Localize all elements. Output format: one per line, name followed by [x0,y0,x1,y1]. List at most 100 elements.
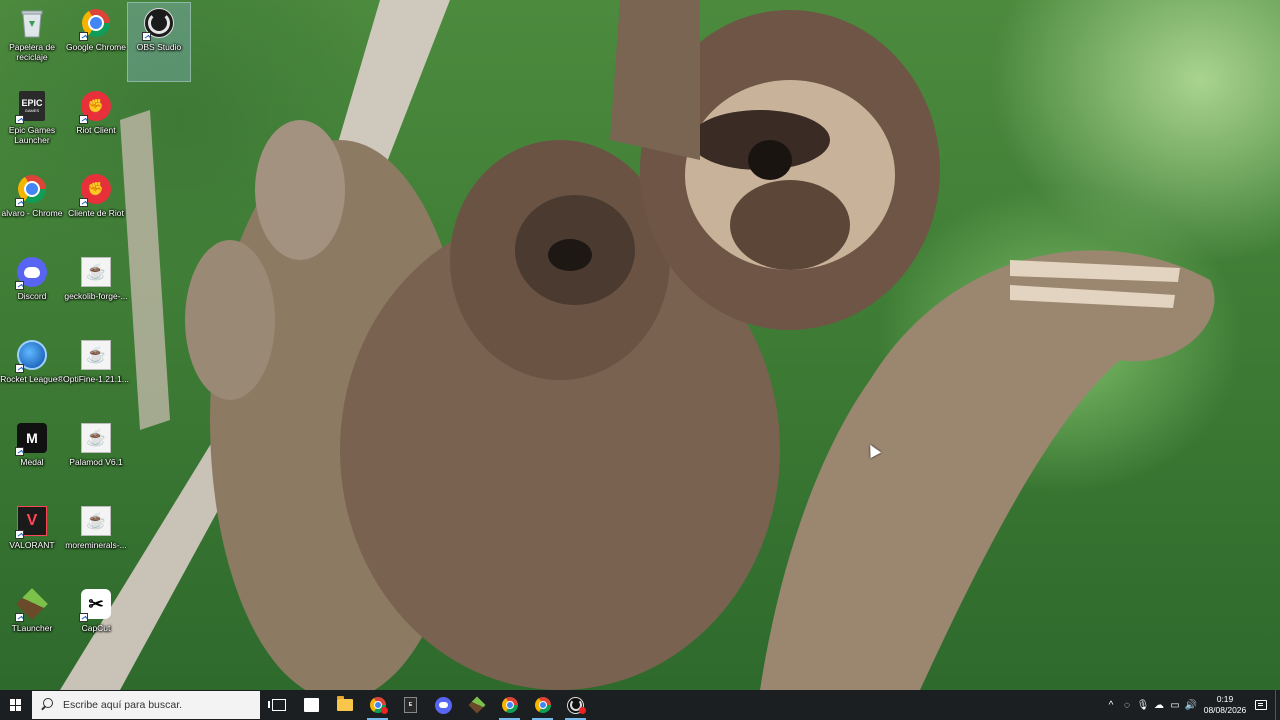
shortcut-arrow-icon [142,32,151,41]
desktop-icon-label: geckolib-forge-... [64,291,128,301]
chrome-icon [79,7,112,41]
desktop-icon-discord[interactable]: Discord [1,252,63,330]
valorant-icon: V [15,505,48,539]
discord-icon [435,696,452,714]
desktop-icon-alvaro-chrome[interactable]: alvaro - Chrome [1,169,63,247]
desktop-icon-label: Discord [17,291,47,301]
shortcut-arrow-icon [79,198,88,207]
shortcut-arrow-icon [15,613,24,622]
chrome-icon [501,697,518,713]
tlauncher-icon [15,588,48,622]
start-button[interactable] [0,690,32,720]
task-view-button[interactable] [262,690,295,720]
epic-logo-subtext: GAMES [24,108,40,113]
store-icon [304,698,319,712]
taskbar-epic-games-button[interactable]: E [394,690,427,720]
chrome-icon [534,697,551,713]
taskbar-store-button[interactable] [295,690,328,720]
obs-icon [142,7,175,41]
desktop-icon-label: moreminerals-... [65,540,127,550]
taskbar-chrome-profile-button[interactable] [493,690,526,720]
java-icon: ☕ [80,505,112,537]
shortcut-arrow-icon [15,281,24,290]
desktop-icon-recycle-bin[interactable]: Papelera de reciclaje [1,3,63,81]
shortcut-arrow-icon [15,447,24,456]
desktop-icon-medal[interactable]: M Medal [1,418,63,496]
chrome-profile-icon [15,173,48,207]
desktop-wallpaper [0,0,1280,690]
taskbar-chrome-button[interactable] [361,690,394,720]
desktop-icon-label: Palamod V6.1 [69,457,123,467]
desktop-icon-valorant[interactable]: V VALORANT [1,501,63,579]
desktop-icon-riot-client[interactable]: ✊ Riot Client [65,86,127,164]
epic-games-icon: EPIC GAMES [15,90,48,124]
desktop-icon-label: CapCut [81,623,111,633]
epic-games-icon: E [404,697,417,713]
show-hidden-icons-button[interactable]: ^ [1103,690,1119,720]
shortcut-arrow-icon [15,364,24,373]
capcut-icon: ✂ [79,588,112,622]
search-icon [40,698,54,712]
taskbar-search-box[interactable]: Escribe aquí para buscar. [32,691,260,719]
taskbar-file-explorer-button[interactable] [328,690,361,720]
java-icon: ☕ [80,339,112,371]
onedrive-icon[interactable]: ☁ [1151,690,1167,720]
notification-icon [1255,700,1267,710]
desktop-icon-moreminerals[interactable]: ☕ moreminerals-... [65,501,127,579]
taskbar-obs-button[interactable] [559,690,592,720]
notification-dot-icon [381,707,388,714]
tlauncher-icon [468,696,485,714]
desktop-icon-label: Cliente de Riot [68,208,124,218]
action-center-button[interactable] [1247,690,1275,720]
taskbar-chrome-profile-2-button[interactable] [526,690,559,720]
shortcut-arrow-icon [15,115,24,124]
clock-date: 08/08/2026 [1203,705,1247,715]
windows-logo-icon [10,699,22,711]
taskbar-tlauncher-button[interactable] [460,690,493,720]
shortcut-arrow-icon [79,32,88,41]
clock-time: 0:19 [1216,694,1234,704]
desktop-icon-label: Papelera de reciclaje [9,42,55,62]
volume-icon[interactable]: 🔊 [1183,690,1199,720]
desktop-icon-label: alvaro - Chrome [1,208,63,218]
desktop-icon-label: TLauncher [11,623,53,633]
desktop-icon-label: Epic Games Launcher [8,125,56,145]
taskbar-discord-button[interactable] [427,690,460,720]
task-view-icon [267,699,286,711]
medal-icon: M [15,422,48,456]
java-icon: ☕ [80,422,112,454]
desktop-icon-geckolib[interactable]: ☕ geckolib-forge-... [64,252,128,330]
desktop-icon-tlauncher[interactable]: TLauncher [1,584,63,662]
file-explorer-icon [336,696,353,711]
shortcut-arrow-icon [15,198,24,207]
microphone-icon[interactable]: 🎙 [1135,690,1151,720]
desktop-icon-label: OBS Studio [136,42,182,52]
recording-dot-icon [579,707,586,714]
desktop-icon-capcut[interactable]: ✂ CapCut [65,584,127,662]
desktop-icon-obs-studio[interactable]: OBS Studio [127,2,191,82]
meet-now-icon[interactable]: ◌ [1119,690,1135,720]
desktop-icon-cliente-de-riot[interactable]: ✊ Cliente de Riot [65,169,127,247]
desktop-icon-label: Google Chrome [65,42,126,52]
sloth-wallpaper-image [60,0,1215,690]
discord-icon [15,256,48,290]
rocket-league-icon [15,339,48,373]
java-icon: ☕ [80,256,112,288]
desktop-icon-epic-games[interactable]: EPIC GAMES Epic Games Launcher [1,86,63,164]
system-tray: ^ ◌ 🎙 ☁ ▭ 🔊 0:19 08/08/2026 [1103,690,1280,720]
shortcut-arrow-icon [79,115,88,124]
desktop-icon-rocket-league[interactable]: Rocket League® [0,335,64,413]
taskbar: Escribe aquí para buscar. E ^ ◌ 🎙 ☁ ▭ 🔊 … [0,690,1280,720]
recycle-bin-icon [16,7,48,39]
shortcut-arrow-icon [79,613,88,622]
riot-icon: ✊ [79,90,112,124]
network-icon[interactable]: ▭ [1167,690,1183,720]
epic-logo-text: EPIC [21,98,43,108]
show-desktop-button[interactable] [1275,690,1280,720]
desktop-icon-palamod[interactable]: ☕ Palamod V6.1 [65,418,127,496]
desktop-icon-optifine[interactable]: ☕ OptiFine-1.21.1... [63,335,129,413]
search-placeholder: Escribe aquí para buscar. [63,699,183,711]
taskbar-clock[interactable]: 0:19 08/08/2026 [1203,690,1247,720]
desktop-icon-google-chrome[interactable]: Google Chrome [65,3,127,81]
desktop-icon-label: Rocket League® [0,374,64,384]
